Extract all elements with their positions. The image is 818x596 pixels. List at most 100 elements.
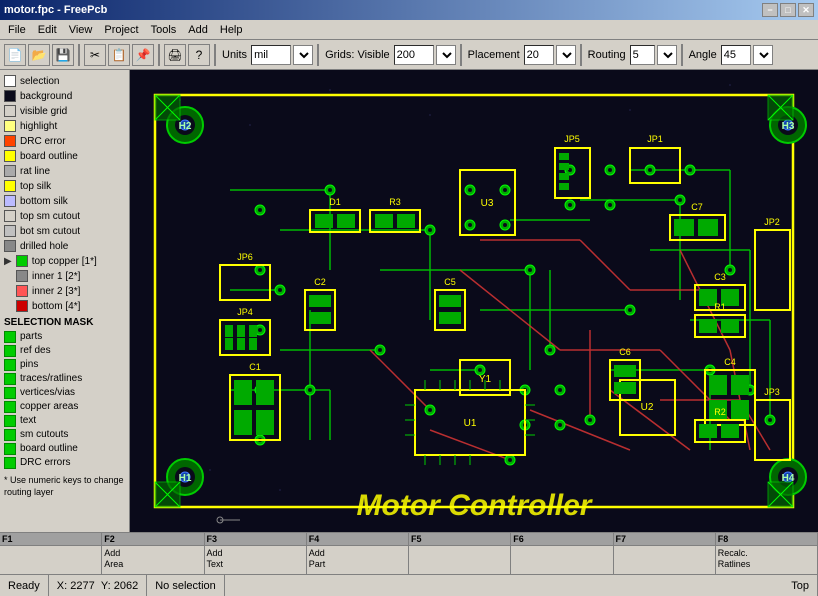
- cut-button[interactable]: ✂: [84, 44, 106, 66]
- f8-key[interactable]: F8 Recalc.Ratlines: [716, 533, 818, 574]
- top-silk-color: [4, 180, 16, 192]
- mask-board-outline-color: [4, 443, 16, 455]
- mask-text-color: [4, 415, 16, 427]
- menu-tools[interactable]: Tools: [145, 22, 183, 38]
- menu-file[interactable]: File: [2, 22, 32, 38]
- menu-help[interactable]: Help: [214, 22, 249, 38]
- close-button[interactable]: ✕: [798, 3, 814, 17]
- menu-project[interactable]: Project: [98, 22, 144, 38]
- angle-label: Angle: [689, 49, 717, 61]
- mask-pins-color: [4, 359, 16, 371]
- sep6: [580, 44, 582, 66]
- grids-dropdown[interactable]: ▼: [436, 45, 456, 65]
- svg-text:C3: C3: [714, 272, 726, 282]
- units-input[interactable]: [251, 45, 291, 65]
- legend-selection: selection: [4, 74, 125, 88]
- units-dropdown[interactable]: ▼: [293, 45, 313, 65]
- grids-label: Grids: Visible: [325, 49, 390, 61]
- open-button[interactable]: 📂: [28, 44, 50, 66]
- mask-vertices-label: vertices/vias: [20, 387, 75, 398]
- help-button[interactable]: ?: [188, 44, 210, 66]
- highlight-label: highlight: [20, 121, 57, 132]
- status-selection: No selection: [147, 575, 225, 596]
- bottom-silk-color: [4, 195, 16, 207]
- menubar: File Edit View Project Tools Add Help: [0, 20, 818, 40]
- f2-key[interactable]: F2 AddArea: [102, 533, 204, 574]
- bottom-silk-label: bottom silk: [20, 196, 68, 207]
- placement-input[interactable]: [524, 45, 554, 65]
- svg-text:C1: C1: [249, 362, 261, 372]
- x-label: X:: [57, 580, 67, 592]
- placement-dropdown[interactable]: ▼: [556, 45, 576, 65]
- rat-line-label: rat line: [20, 166, 50, 177]
- save-button[interactable]: 💾: [52, 44, 74, 66]
- f8-text: Recalc.Ratlines: [716, 546, 817, 572]
- svg-text:C2: C2: [314, 277, 326, 287]
- funckeys-bar: F1 F2 AddArea F3 AddText F4 AddPart F5 F…: [0, 532, 818, 574]
- mask-sm-cutouts-color: [4, 429, 16, 441]
- legend-highlight: highlight: [4, 119, 125, 133]
- mask-refdes-color: [4, 345, 16, 357]
- mask-vertices-color: [4, 387, 16, 399]
- bottom-label: bottom [4*]: [32, 301, 80, 312]
- mask-sm-cutouts: sm cutouts: [4, 428, 125, 441]
- f5-key[interactable]: F5: [409, 533, 511, 574]
- mask-parts: parts: [4, 330, 125, 343]
- mask-pins: pins: [4, 358, 125, 371]
- mask-traces-color: [4, 373, 16, 385]
- f7-key[interactable]: F7: [614, 533, 716, 574]
- bot-sm-cutout-label: bot sm cutout: [20, 226, 80, 237]
- pcb-canvas[interactable]: H2 H3 H1 H4: [130, 70, 818, 532]
- mask-copper-areas-color: [4, 401, 16, 413]
- svg-text:R1: R1: [714, 302, 726, 312]
- minimize-button[interactable]: −: [762, 3, 778, 17]
- mask-sm-cutouts-label: sm cutouts: [20, 429, 68, 440]
- mask-text-label: text: [20, 415, 36, 426]
- svg-text:D1: D1: [329, 197, 341, 207]
- svg-text:JP6: JP6: [237, 252, 253, 262]
- svg-text:C6: C6: [619, 347, 631, 357]
- legend-bot-sm-cutout: bot sm cutout: [4, 224, 125, 238]
- f1-key[interactable]: F1: [0, 533, 102, 574]
- layer-text: Top: [791, 580, 809, 592]
- copy-button[interactable]: 📋: [108, 44, 130, 66]
- legend-top-silk: top silk: [4, 179, 125, 193]
- f4-key[interactable]: F4 AddPart: [307, 533, 409, 574]
- units-label: Units: [222, 49, 247, 61]
- f2-text: AddArea: [102, 546, 203, 572]
- angle-input[interactable]: [721, 45, 751, 65]
- f1-label: F1: [0, 533, 101, 546]
- title-text: motor.fpc - FreePcb: [4, 4, 107, 16]
- svg-text:C7: C7: [691, 202, 703, 212]
- top-sm-cutout-color: [4, 210, 16, 222]
- f6-key[interactable]: F6: [511, 533, 613, 574]
- menu-add[interactable]: Add: [182, 22, 214, 38]
- svg-text:H2: H2: [179, 121, 192, 132]
- mask-vertices: vertices/vias: [4, 386, 125, 399]
- legend-visible-grid: visible grid: [4, 104, 125, 118]
- f8-label: F8: [716, 533, 817, 546]
- top-silk-label: top silk: [20, 181, 51, 192]
- angle-dropdown[interactable]: ▼: [753, 45, 773, 65]
- new-button[interactable]: 📄: [4, 44, 26, 66]
- routing-input[interactable]: [630, 45, 655, 65]
- f3-key[interactable]: F3 AddText: [205, 533, 307, 574]
- maximize-button[interactable]: □: [780, 3, 796, 17]
- print-button[interactable]: 🖨: [164, 44, 186, 66]
- f5-label: F5: [409, 533, 510, 546]
- titlebar: motor.fpc - FreePcb − □ ✕: [0, 0, 818, 20]
- ready-text: Ready: [8, 580, 40, 592]
- svg-text:JP4: JP4: [237, 307, 253, 317]
- routing-dropdown[interactable]: ▼: [657, 45, 677, 65]
- routing-note: * Use numeric keys to change routing lay…: [4, 475, 125, 498]
- mask-drc-errors-label: DRC errors: [20, 457, 71, 468]
- top-copper-label: top copper [1*]: [32, 256, 97, 267]
- menu-edit[interactable]: Edit: [32, 22, 63, 38]
- inner1-label: inner 1 [2*]: [32, 271, 80, 282]
- menu-view[interactable]: View: [63, 22, 99, 38]
- pcb-svg: H2 H3 H1 H4: [130, 70, 818, 532]
- grids-input[interactable]: [394, 45, 434, 65]
- paste-button[interactable]: 📌: [132, 44, 154, 66]
- bottom-color: [16, 300, 28, 312]
- legend-top-sm-cutout: top sm cutout: [4, 209, 125, 223]
